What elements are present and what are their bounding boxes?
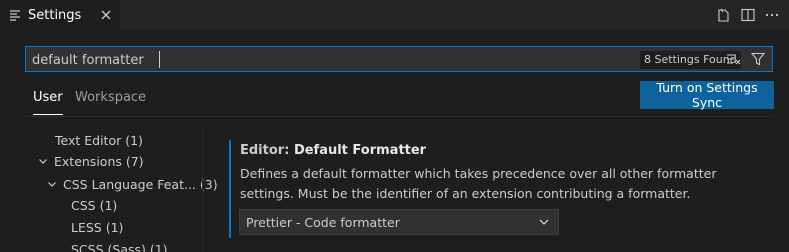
toc-item-less[interactable]: LESS (1)	[71, 217, 123, 237]
setting-title: Editor: Default Formatter	[240, 143, 426, 158]
settings-list-icon	[8, 8, 22, 22]
toc-item-label: Text Editor (1)	[55, 132, 143, 148]
setting-description: Defines a default formatter which takes …	[240, 166, 717, 201]
setting-category: Editor:	[240, 143, 294, 158]
toc-item-text-editor[interactable]: Text Editor (1)	[55, 130, 143, 150]
toc-separator	[202, 128, 203, 252]
tab-user[interactable]: User	[33, 90, 63, 115]
turn-on-settings-sync-button[interactable]: Turn on Settings Sync	[640, 80, 774, 110]
toc-item-extensions[interactable]: Extensions (7)	[37, 151, 144, 171]
editor-actions	[715, 6, 781, 24]
toc-item-css[interactable]: CSS (1)	[71, 195, 117, 215]
toc-item-label: SCSS (Sass) (1)	[71, 241, 168, 252]
more-actions-icon[interactable]	[763, 6, 781, 24]
toc-item-label: CSS (1)	[71, 197, 118, 213]
close-icon[interactable]	[98, 7, 114, 23]
chevron-down-icon	[46, 178, 58, 190]
search-input[interactable]	[32, 51, 632, 69]
chevron-down-icon	[37, 155, 49, 167]
filter-icon[interactable]	[750, 51, 766, 67]
toc-item-css-language-features[interactable]: CSS Language Feat... (3)	[46, 174, 218, 194]
settings-search-box: 8 Settings Found	[25, 46, 773, 72]
search-tools	[726, 51, 766, 67]
setting-name: Default Formatter	[293, 143, 427, 158]
select-value: Prettier - Code formatter	[246, 214, 400, 230]
toc-item-scss[interactable]: SCSS (Sass) (1)	[71, 239, 168, 252]
clear-filter-icon[interactable]	[726, 51, 742, 67]
chevron-down-icon	[538, 216, 550, 228]
text-cursor	[159, 51, 160, 68]
tab-label: Settings	[28, 7, 82, 23]
open-settings-json-icon[interactable]	[715, 6, 733, 24]
default-formatter-select[interactable]: Prettier - Code formatter	[239, 209, 559, 235]
header-divider	[25, 116, 773, 117]
toc-item-label: Extensions (7)	[54, 153, 144, 169]
editor-tab-bar: Settings	[0, 0, 789, 30]
focused-setting-indicator	[229, 140, 231, 238]
toc-item-label: CSS Language Feat...	[63, 176, 196, 192]
toc-item-label: LESS (1)	[71, 219, 124, 235]
tab-workspace[interactable]: Workspace	[75, 90, 146, 105]
settings-tab[interactable]: Settings	[0, 0, 120, 30]
split-editor-icon[interactable]	[739, 6, 757, 24]
